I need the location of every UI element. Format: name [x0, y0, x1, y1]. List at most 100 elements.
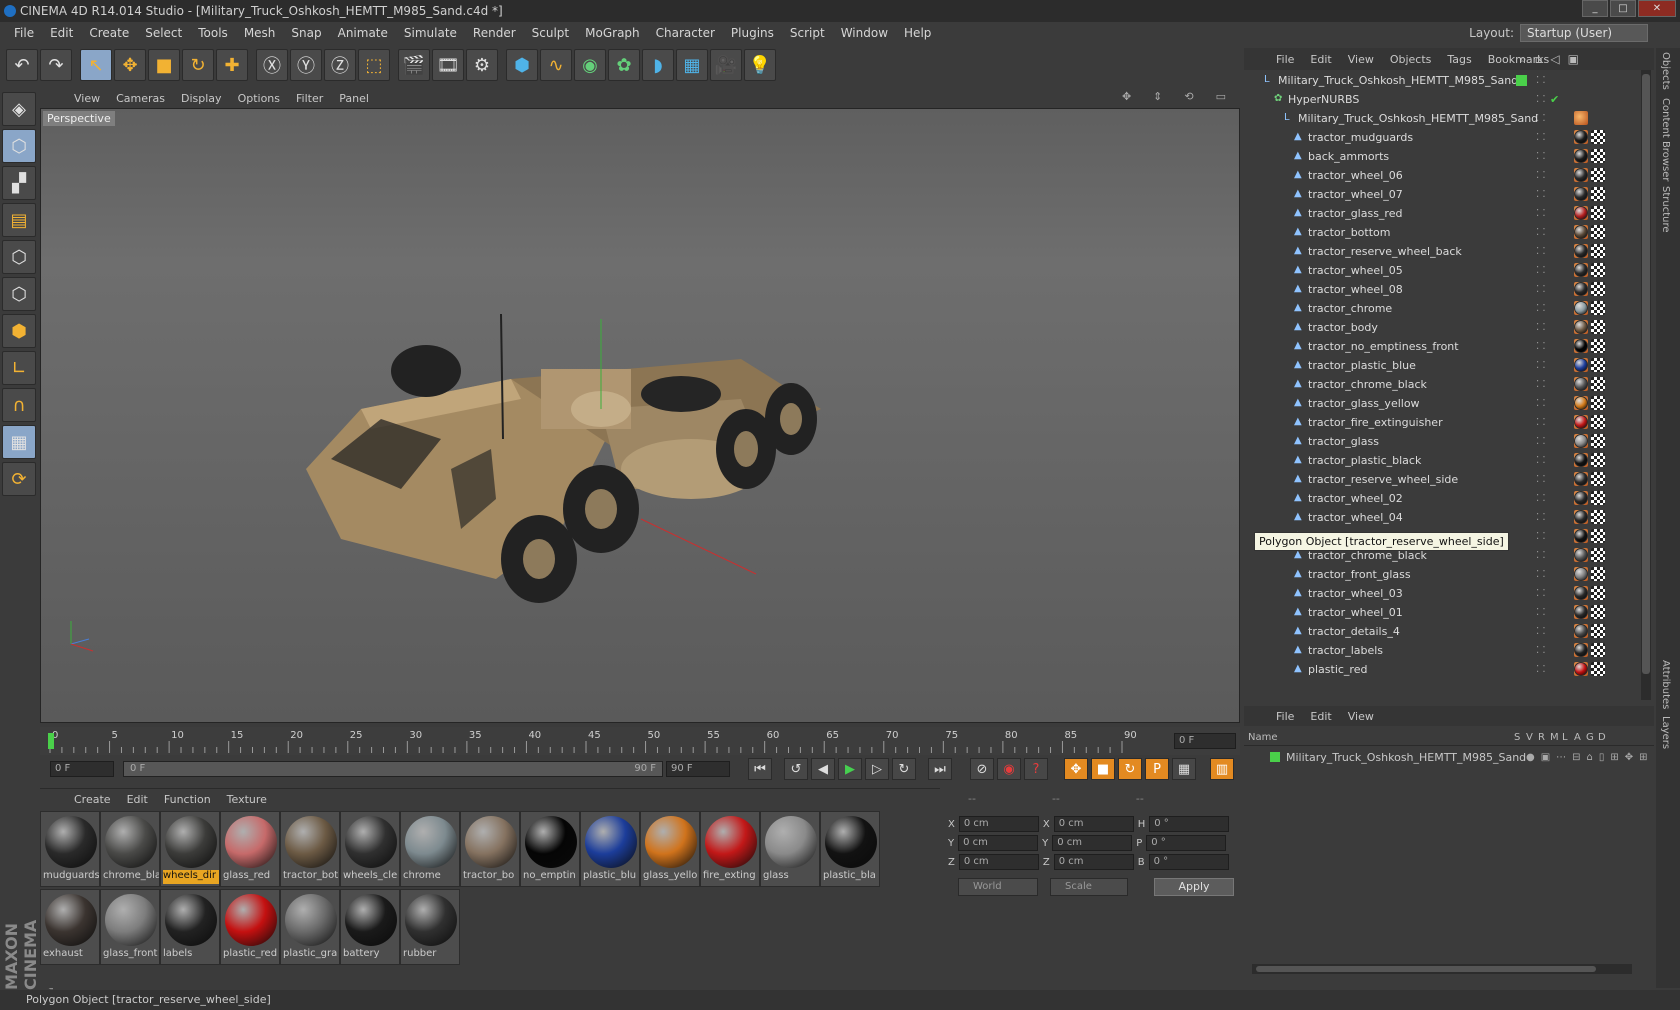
visibility-dots[interactable]: ⁚ ⁚: [1536, 474, 1552, 485]
uvw-tag-icon[interactable]: [1591, 244, 1605, 258]
object-item[interactable]: ▲ back_ammorts ⁚ ⁚: [1244, 146, 1640, 166]
material-swatch[interactable]: glass: [760, 811, 820, 887]
material-tag-icon[interactable]: [1574, 643, 1588, 657]
material-tag-icon[interactable]: [1574, 206, 1588, 220]
material-tag-icon[interactable]: [1574, 491, 1588, 505]
coord-field[interactable]: 0 °: [1148, 854, 1229, 870]
visibility-dots[interactable]: ⁚ ⁚: [1536, 360, 1552, 371]
layer-column-name[interactable]: Name: [1248, 732, 1278, 743]
goto-end-icon[interactable]: ⏭: [928, 758, 952, 780]
object-item[interactable]: ▲ tractor_plastic_blue ⁚ ⁚: [1244, 355, 1640, 375]
material-menu-texture[interactable]: Texture: [219, 793, 275, 806]
layer-menu-file[interactable]: File: [1268, 710, 1302, 723]
move-tool-icon[interactable]: ✥: [114, 49, 146, 81]
material-tag-icon[interactable]: [1574, 434, 1588, 448]
uvw-tag-icon[interactable]: [1591, 643, 1605, 657]
object-item[interactable]: ▲ tractor_body ⁚ ⁚: [1244, 317, 1640, 337]
uvw-tag-icon[interactable]: [1591, 529, 1605, 543]
layer-row[interactable]: Military_Truck_Oshkosh_HEMTT_M985_Sand ●…: [1244, 748, 1654, 766]
visibility-dots[interactable]: ⁚ ⁚: [1536, 208, 1552, 219]
object-item[interactable]: ▲ tractor_plastic_black ⁚ ⁚: [1244, 450, 1640, 470]
magnet-icon[interactable]: ∩: [2, 388, 36, 422]
uvw-tag-icon[interactable]: [1591, 415, 1605, 429]
material-swatch[interactable]: wheels_dir: [160, 811, 220, 887]
visibility-dots[interactable]: ⁚ ⁚: [1536, 588, 1552, 599]
viewport-menu-cameras[interactable]: Cameras: [108, 92, 173, 105]
visibility-dots[interactable]: ⁚ ⁚: [1536, 284, 1552, 295]
material-swatch[interactable]: glass_yello: [640, 811, 700, 887]
uvw-tag-icon[interactable]: [1591, 187, 1605, 201]
close-button[interactable]: ✕: [1638, 0, 1676, 17]
material-tag-icon[interactable]: [1574, 149, 1588, 163]
viewport-menu-display[interactable]: Display: [173, 92, 230, 105]
frame-range-slider[interactable]: 0 F 90 F: [123, 761, 663, 777]
object-hypernurbs[interactable]: ✿ HyperNURBS ⁚ ⁚ ✔: [1244, 89, 1640, 109]
menu-simulate[interactable]: Simulate: [396, 26, 465, 40]
layer-column-a[interactable]: A: [1574, 732, 1581, 743]
coord-field[interactable]: 0 cm: [958, 835, 1039, 851]
playhead[interactable]: [48, 733, 54, 749]
menu-mograph[interactable]: MoGraph: [577, 26, 648, 40]
layer-column-v[interactable]: V: [1526, 732, 1533, 743]
material-tag-icon[interactable]: [1574, 377, 1588, 391]
material-menu-function[interactable]: Function: [156, 793, 219, 806]
side-tab-attributes[interactable]: Attributes: [1660, 660, 1671, 709]
object-item[interactable]: ▲ tractor_mudguards ⁚ ⁚: [1244, 127, 1640, 147]
layer-column-m[interactable]: M: [1550, 732, 1559, 743]
object-item[interactable]: ▲ tractor_wheel_05 ⁚ ⁚: [1244, 260, 1640, 280]
material-tag-icon[interactable]: [1574, 168, 1588, 182]
coord-field[interactable]: 0 cm: [958, 854, 1039, 870]
next-key-icon[interactable]: ↻: [892, 758, 916, 780]
enabled-check-icon[interactable]: ✔: [1550, 93, 1559, 106]
uvw-tag-icon[interactable]: [1591, 548, 1605, 562]
layer-toggles[interactable]: ●▣⋯⊟⌂▯⊞✥⊞: [1526, 752, 1654, 763]
viewport-menu-filter[interactable]: Filter: [288, 92, 331, 105]
snap-settings-icon[interactable]: ⟳: [2, 462, 36, 496]
material-tag-icon[interactable]: [1574, 605, 1588, 619]
uvw-tag-icon[interactable]: [1591, 434, 1605, 448]
object-item[interactable]: ▲ tractor_wheel_06 ⁚ ⁚: [1244, 165, 1640, 185]
dolly-icon[interactable]: ⇕: [1145, 90, 1170, 103]
coord-field[interactable]: 0 °: [1146, 835, 1227, 851]
key-pla-icon[interactable]: ▦: [1172, 758, 1196, 780]
material-tag-icon[interactable]: [1574, 624, 1588, 638]
object-item[interactable]: ▲ tractor_glass_red ⁚ ⁚: [1244, 203, 1640, 223]
side-tab-content-browser[interactable]: Content Browser: [1660, 98, 1671, 181]
menu-mesh[interactable]: Mesh: [236, 26, 284, 40]
layer-menu-edit[interactable]: Edit: [1302, 710, 1339, 723]
undo-icon[interactable]: ↶: [6, 49, 38, 81]
viewport-menu-options[interactable]: Options: [230, 92, 288, 105]
deformer-icon[interactable]: ◗: [642, 49, 674, 81]
visibility-dots[interactable]: ⁚ ⁚: [1536, 645, 1552, 656]
material-tag-icon[interactable]: [1574, 567, 1588, 581]
material-tag-icon[interactable]: [1574, 187, 1588, 201]
material-tag-icon[interactable]: [1574, 453, 1588, 467]
play-icon[interactable]: ▶: [838, 758, 862, 780]
phong-tag-icon[interactable]: [1574, 111, 1588, 125]
uvw-tag-icon[interactable]: [1591, 206, 1605, 220]
layer-hscrollbar[interactable]: [1252, 964, 1632, 974]
uvw-tag-icon[interactable]: [1591, 339, 1605, 353]
material-swatch[interactable]: wheels_cle: [340, 811, 400, 887]
material-tag-icon[interactable]: [1574, 263, 1588, 277]
visibility-dots[interactable]: ⁚ ⁚: [1536, 417, 1552, 428]
layer-column-s[interactable]: S: [1514, 732, 1520, 743]
y-axis-lock-icon[interactable]: Ⓨ: [290, 49, 322, 81]
visibility-dots[interactable]: ⁚ ⁚: [1536, 189, 1552, 200]
material-swatch[interactable]: plastic_blu: [580, 811, 640, 887]
visibility-dots[interactable]: ⁚ ⁚: [1536, 303, 1552, 314]
uvw-tag-icon[interactable]: [1591, 472, 1605, 486]
object-item[interactable]: ▲ tractor_fire_extinguisher ⁚ ⁚: [1244, 412, 1640, 432]
material-tag-icon[interactable]: [1574, 282, 1588, 296]
object-item[interactable]: ▲ tractor_bottom ⁚ ⁚: [1244, 222, 1640, 242]
scale-tool-icon[interactable]: ■: [148, 49, 180, 81]
visibility-dots[interactable]: ⁚ ⁚: [1536, 265, 1552, 276]
add-tool-icon[interactable]: ✚: [216, 49, 248, 81]
visibility-dots[interactable]: ⁚ ⁚: [1536, 170, 1552, 181]
visibility-dots[interactable]: ⁚ ⁚: [1536, 664, 1552, 675]
coord-field[interactable]: 0 cm: [1053, 854, 1134, 870]
layer-menu-view[interactable]: View: [1340, 710, 1382, 723]
prev-key-icon[interactable]: ↺: [784, 758, 808, 780]
material-tag-icon[interactable]: [1574, 301, 1588, 315]
record-keys-icon[interactable]: ◉: [997, 758, 1021, 780]
